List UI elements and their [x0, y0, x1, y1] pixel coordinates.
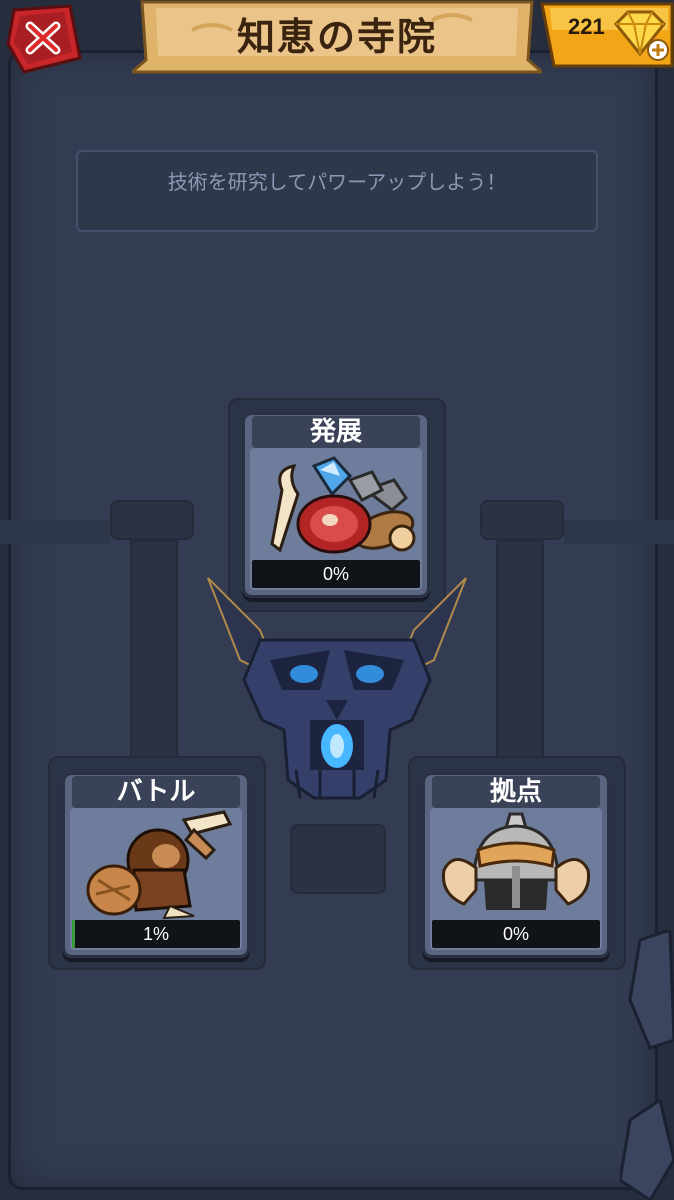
card-base-percent: 0% — [502, 924, 529, 944]
rock-decoration-right — [628, 930, 674, 1050]
card-development[interactable]: 発展 0% — [242, 412, 430, 598]
close-button[interactable] — [4, 4, 82, 74]
warrior-icon — [86, 810, 233, 920]
card-development-title: 発展 — [252, 416, 420, 448]
ledge-right — [564, 520, 674, 544]
ledge-left — [0, 520, 110, 544]
subtitle-box: 技術を研究してパワーアップしよう！ — [76, 150, 598, 232]
helmet-icon — [441, 812, 591, 910]
pillar-cap-left — [110, 500, 194, 540]
center-block — [290, 824, 386, 894]
pillar-left — [130, 540, 178, 760]
gem-counter[interactable]: 221 — [532, 0, 674, 72]
card-base-title: 拠点 — [432, 776, 600, 808]
card-base-progress-bar: 0% — [432, 920, 600, 948]
card-development-progress-bar: 0% — [252, 560, 420, 588]
gem-count: 221 — [568, 14, 605, 39]
pillar-right — [496, 540, 544, 760]
card-battle-title: バトル — [72, 776, 240, 808]
card-battle[interactable]: バトル 1% — [62, 772, 250, 958]
resources-icon — [270, 456, 416, 554]
gem-icon — [613, 10, 669, 61]
card-battle-percent: 1% — [142, 924, 169, 944]
pillar-cap-right — [480, 500, 564, 540]
rock-decoration-bottom-right — [620, 1100, 674, 1200]
plus-icon — [647, 39, 669, 61]
card-battle-progress-bar: 1% — [72, 920, 240, 948]
subtitle-text: 技術を研究してパワーアップしよう！ — [167, 170, 507, 194]
card-base[interactable]: 拠点 0% — [422, 772, 610, 958]
card-development-percent: 0% — [322, 564, 349, 584]
page-title: 知恵の寺院 — [236, 15, 437, 59]
